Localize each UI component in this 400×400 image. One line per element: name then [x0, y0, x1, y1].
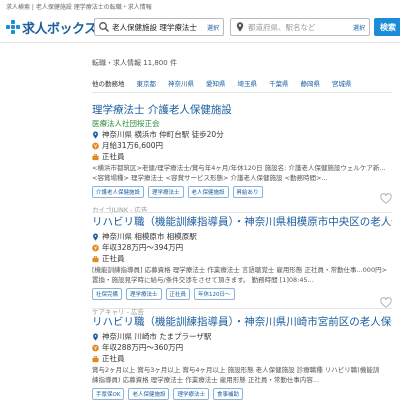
svg-text:¥: ¥: [94, 245, 97, 251]
site-logo[interactable]: 求人ボックス: [6, 18, 97, 37]
job-card: リハビリ職（機能訓練指導員）・神奈川県川崎市宮前区の老人保健... 神奈川県 川…: [92, 314, 392, 400]
location-select-link[interactable]: 選択: [353, 23, 365, 32]
salary-text: 月給31万6,600円: [102, 141, 164, 150]
favorite-heart-icon[interactable]: [380, 297, 392, 308]
job-tag[interactable]: 年休120日〜: [194, 288, 235, 300]
job-tag[interactable]: 手厚保OK: [92, 388, 125, 400]
header: 求人ボックス 老人保健施設 理学療法士 選択 都道府県、駅名など 選択 検索: [0, 12, 400, 43]
yen-icon: ¥: [92, 142, 99, 149]
employment-row: 正社員: [92, 353, 392, 364]
svg-text:¥: ¥: [94, 345, 97, 351]
description-line: <容賞場種> 理学療法士 <容賞サービス形態> 介護老人保健施設 <勤務時間>.…: [92, 173, 328, 182]
job-tag[interactable]: 昇給あり: [232, 186, 263, 198]
tag-list: 社保完備 理学療法士 正社員 年休120日〜: [92, 288, 392, 300]
job-tag[interactable]: 食事補助: [212, 388, 243, 400]
svg-text:¥: ¥: [94, 143, 97, 149]
salary-text: 年収328万円〜394万円: [102, 243, 184, 252]
salary-row: ¥ 年収288万円〜360万円: [92, 342, 392, 353]
region-link-saitama[interactable]: 埼玉県: [238, 78, 258, 88]
result-count: 転職・求人情報 11,800 件: [92, 59, 177, 67]
job-description: <横浜市都筑区>老健/理学療法士/賞与年4ヶ月/年休120日 施設名: 介護老人…: [92, 164, 392, 183]
keyword-select-link[interactable]: 選択: [207, 23, 219, 32]
region-link-tokyo[interactable]: 東京都: [137, 78, 157, 88]
yen-icon: ¥: [92, 344, 99, 351]
divider: [92, 212, 392, 213]
salary-text: 年収288万円〜360万円: [102, 343, 184, 352]
search-button[interactable]: 検索: [374, 18, 400, 36]
briefcase-icon: [92, 153, 99, 160]
briefcase-icon: [92, 355, 99, 362]
breadcrumb: 求人検索 | 老人保健施設 理学療法士の転職・求人情報: [6, 4, 152, 11]
region-link-miyagi[interactable]: 宮城県: [332, 78, 352, 88]
location-placeholder: 都道府県、駅名など: [248, 22, 316, 32]
favorite-heart-icon[interactable]: [380, 193, 392, 204]
logo-text: 求人ボックス: [22, 21, 97, 37]
location-text: 神奈川県 横浜市 仲町台駅 徒歩20分: [102, 130, 224, 139]
location-text: 神奈川県 川崎市 たまプラーザ駅: [102, 332, 212, 341]
region-label: 他の勤務地: [92, 80, 125, 88]
job-tag[interactable]: 老人保健施設: [187, 186, 229, 198]
job-description: [機能訓練指導員] 応募資格 理学療法士 作業療法士 言語聴覚士 雇用形態 正社…: [92, 266, 392, 285]
employment-text: 正社員: [102, 152, 125, 161]
salary-row: ¥ 年収328万円〜394万円: [92, 242, 392, 253]
job-title-link[interactable]: リハビリ職（機能訓練指導員）・神奈川県川崎市宮前区の老人保健...: [92, 314, 392, 329]
description-line: 練指導員) 応募資格 理学療法士 作業療法士 雇用形態 正社員・常勤仕事内容..…: [92, 375, 320, 384]
region-link-kanagawa[interactable]: 神奈川県: [168, 78, 194, 88]
description-line: 置換・施設見学時に給与/条件交渉をさせて頂きます。 勤務時間 [1]08:45.…: [92, 275, 314, 284]
location-row: 神奈川県 横浜市 仲町台駅 徒歩20分: [92, 129, 392, 140]
location-pin-icon: [93, 233, 98, 241]
location-pin-icon: [93, 131, 98, 139]
tag-list: 手厚保OK 老人保健施設 理学療法士 食事補助: [92, 388, 392, 400]
company-name: 医療法人社団桜正会: [92, 119, 160, 128]
search-icon: [99, 22, 109, 32]
description-line: 賞与2ヶ月以上 賞与3ヶ月以上 賞与4ヶ月以上 施設形態 老人保健施設 診療職種…: [92, 366, 380, 374]
job-title-link[interactable]: リハビリ職（機能訓練指導員）・神奈川県相模原市中央区の老人保...: [92, 214, 392, 229]
region-links: 他の勤務地 東京都 神奈川県 愛知県 埼玉県 千葉県 静岡県 宮城県: [92, 78, 364, 88]
salary-row: ¥ 月給31万6,600円: [92, 140, 392, 151]
keyword-input[interactable]: 老人保健施設 理学療法士 選択: [94, 18, 224, 36]
job-card: リハビリ職（機能訓練指導員）・神奈川県相模原市中央区の老人保... 神奈川県 相…: [92, 214, 392, 316]
description-line: [機能訓練指導員] 応募資格 理学療法士 作業療法士 言語聴覚士 雇用形態 正社…: [92, 266, 388, 274]
job-description: 賞与2ヶ月以上 賞与3ヶ月以上 賞与4ヶ月以上 施設形態 老人保健施設 診療職種…: [92, 366, 392, 385]
employment-text: 正社員: [102, 254, 125, 263]
job-tag[interactable]: 理学療法士: [173, 388, 209, 400]
job-title-link[interactable]: 理学療法士 介護老人保健施設: [92, 102, 392, 117]
region-link-aichi[interactable]: 愛知県: [206, 78, 226, 88]
location-pin-icon: [93, 333, 98, 341]
yen-icon: ¥: [92, 244, 99, 251]
location-row: 神奈川県 相模原市 相模原駅: [92, 231, 392, 242]
divider: [92, 92, 392, 93]
job-tag[interactable]: 正社員: [165, 288, 191, 300]
tag-list: 介護老人保健施設 理学療法士 老人保健施設 昇給あり: [92, 186, 392, 198]
job-tag[interactable]: 理学療法士: [148, 186, 184, 198]
employment-row: 正社員: [92, 253, 392, 264]
job-tag[interactable]: 社保完備: [92, 288, 123, 300]
region-link-shizuoka[interactable]: 静岡県: [301, 78, 321, 88]
divider: [92, 308, 392, 309]
briefcase-icon: [92, 255, 99, 262]
job-tag[interactable]: 老人保健施設: [128, 388, 170, 400]
location-pin-icon: [236, 22, 244, 32]
employment-text: 正社員: [102, 354, 125, 363]
location-text: 神奈川県 相模原市 相模原駅: [102, 232, 197, 241]
job-tag[interactable]: 介護老人保健施設: [92, 186, 145, 198]
location-row: 神奈川県 川崎市 たまプラーザ駅: [92, 331, 392, 342]
keyword-value: 老人保健施設 理学療法士: [112, 22, 197, 32]
job-tag[interactable]: 理学療法士: [126, 288, 162, 300]
employment-row: 正社員: [92, 151, 392, 162]
location-input[interactable]: 都道府県、駅名など 選択: [230, 18, 370, 36]
description-line: <横浜市都筑区>老健/理学療法士/賞与年4ヶ月/年休120日 施設名: 介護老人…: [92, 164, 386, 172]
job-card: 理学療法士 介護老人保健施設 医療法人社団桜正会 神奈川県 横浜市 仲町台駅 徒…: [92, 102, 392, 214]
logo-mark-icon: [6, 20, 20, 34]
region-link-chiba[interactable]: 千葉県: [269, 78, 289, 88]
